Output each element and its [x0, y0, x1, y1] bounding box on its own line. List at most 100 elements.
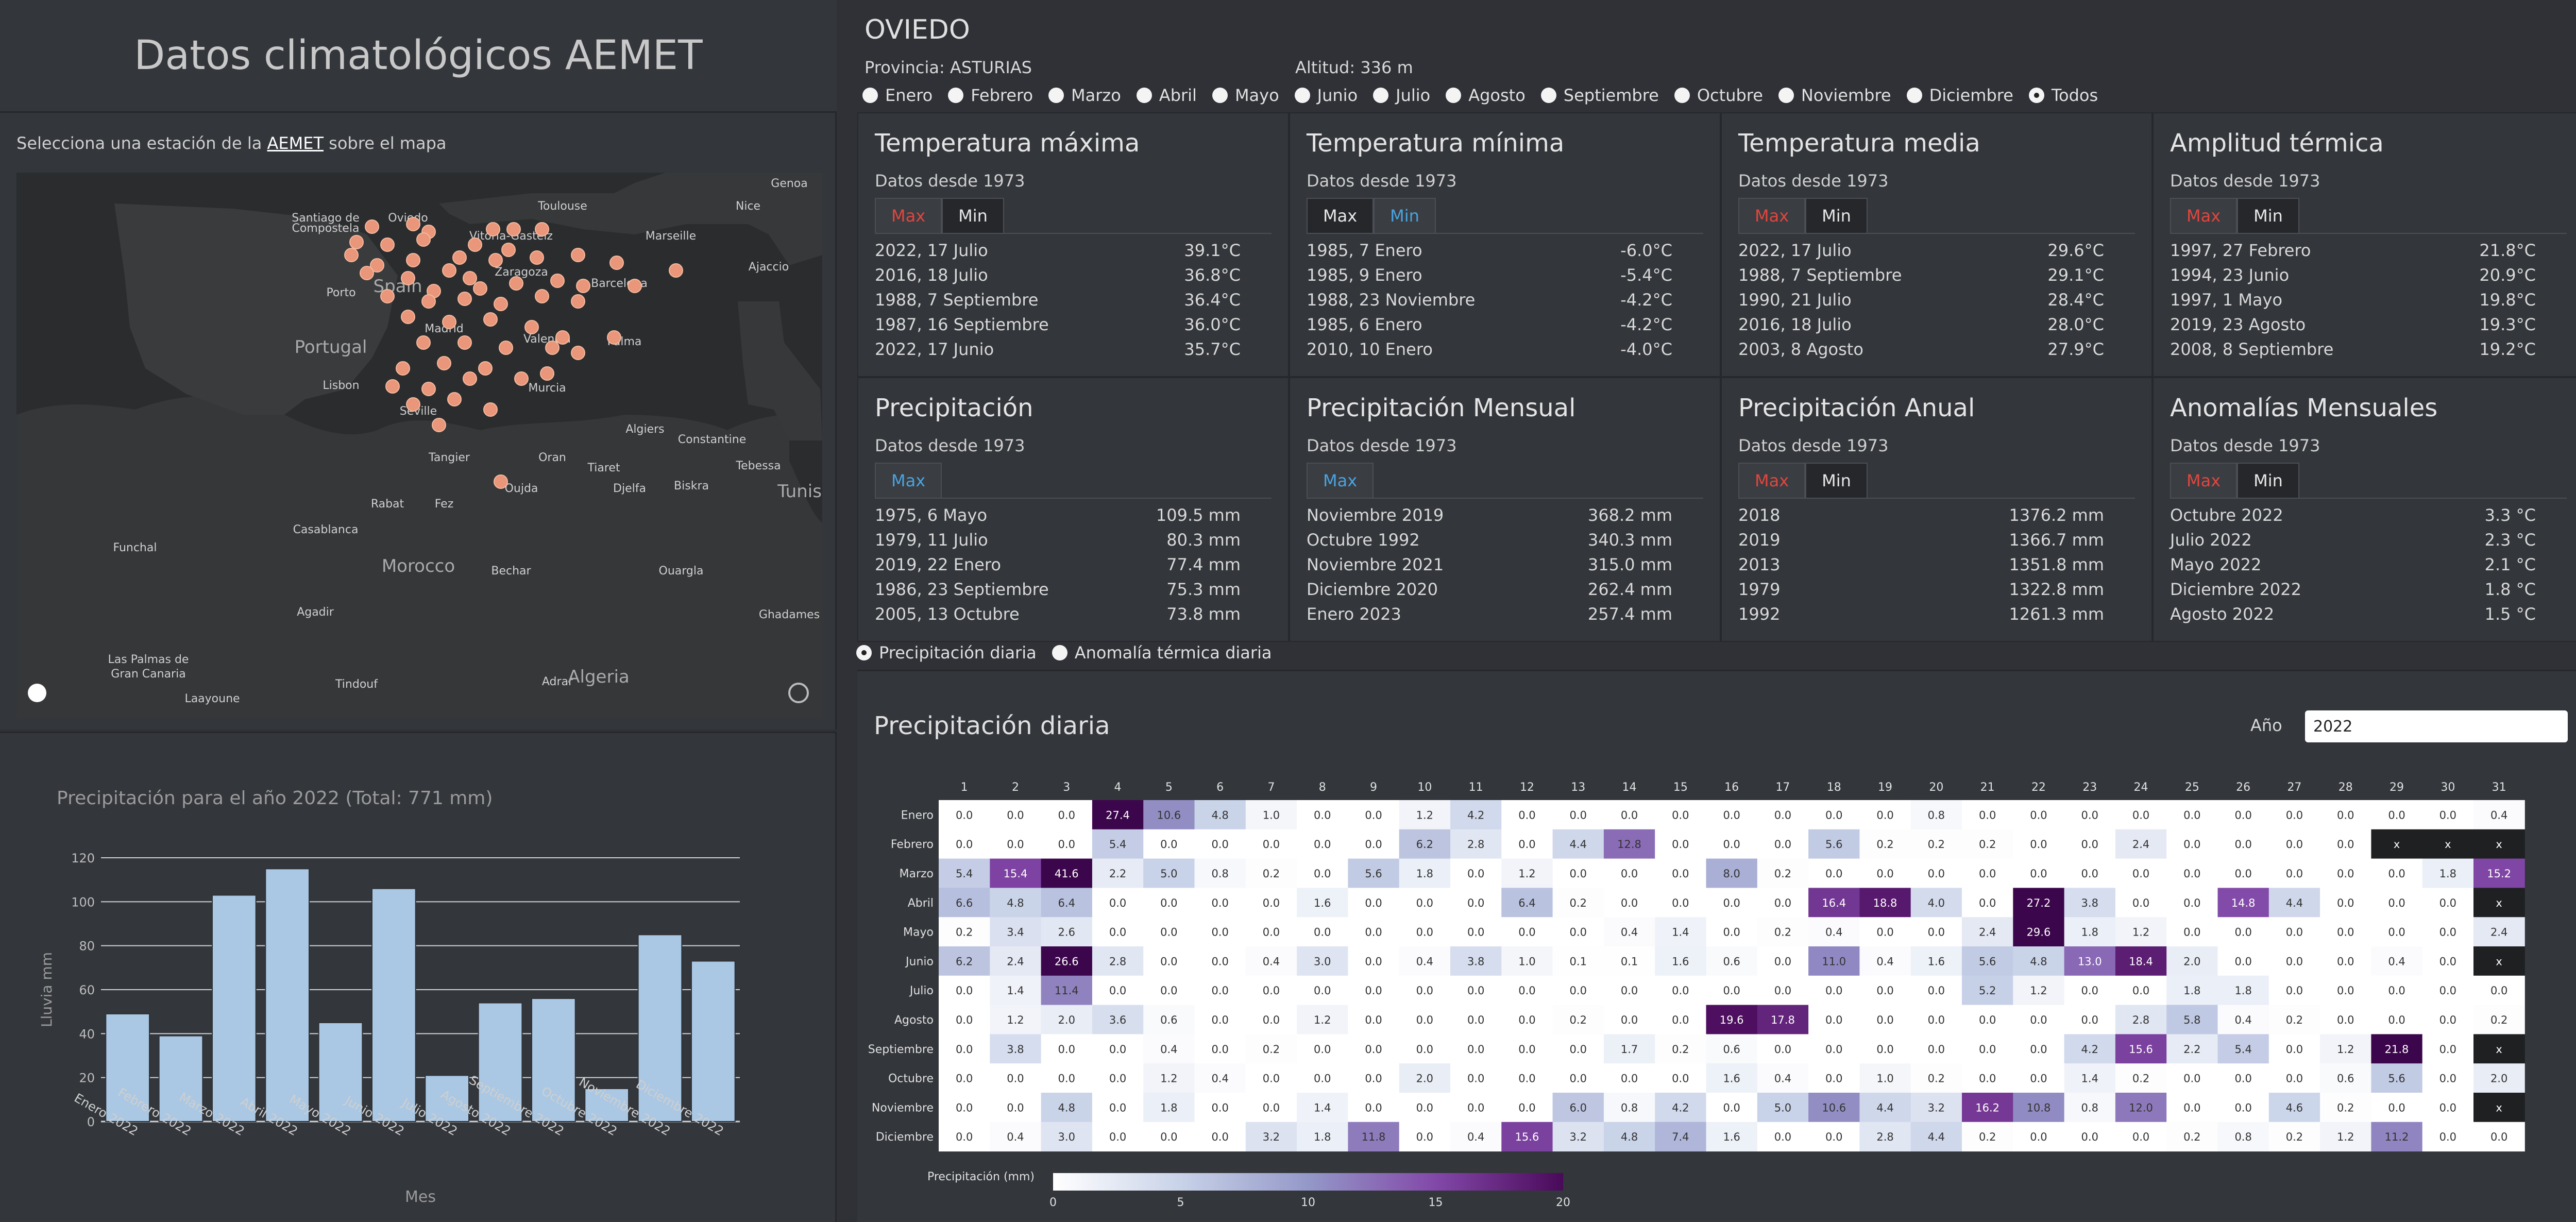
station-marker[interactable] — [514, 371, 529, 386]
max-button[interactable]: Max — [1738, 463, 1806, 499]
month-radio-mayo[interactable]: Mayo — [1212, 86, 1279, 105]
station-marker[interactable] — [486, 222, 500, 236]
max-button[interactable]: Max — [1738, 198, 1806, 234]
station-marker[interactable] — [530, 250, 544, 265]
station-marker[interactable] — [506, 222, 521, 236]
station-marker[interactable] — [463, 271, 477, 285]
radio-circle[interactable] — [1540, 88, 1556, 103]
min-button[interactable]: Min — [942, 198, 1004, 234]
month-radio-julio[interactable]: Julio — [1373, 86, 1430, 105]
station-marker[interactable] — [416, 335, 431, 350]
station-marker[interactable] — [576, 279, 590, 293]
station-marker[interactable] — [437, 356, 451, 370]
month-radio-noviembre[interactable]: Noviembre — [1778, 86, 1891, 105]
station-marker[interactable] — [452, 250, 467, 265]
station-marker[interactable] — [365, 219, 379, 234]
radio-circle[interactable] — [1446, 88, 1462, 103]
station-map[interactable]: Santiago de Compostela Oviedo Vitoria-Gaste… — [16, 173, 822, 718]
station-marker[interactable] — [524, 320, 539, 334]
max-button[interactable]: Max — [875, 463, 942, 499]
aemet-link[interactable]: AEMET — [267, 133, 324, 153]
station-marker[interactable] — [545, 341, 560, 355]
station-marker[interactable] — [406, 397, 420, 412]
station-marker[interactable] — [344, 248, 359, 262]
station-marker[interactable] — [432, 418, 446, 432]
station-marker[interactable] — [669, 263, 683, 278]
daily-radio-1[interactable]: Anomalía térmica diaria — [1052, 643, 1272, 663]
station-marker[interactable] — [442, 315, 456, 329]
station-marker[interactable] — [421, 294, 436, 309]
station-marker[interactable] — [442, 263, 456, 278]
max-button[interactable]: Max — [2170, 463, 2238, 499]
station-marker[interactable] — [380, 289, 395, 303]
map-canvas[interactable]: Santiago deCompostelaOviedoVitoria-Gaste… — [16, 173, 822, 718]
max-button[interactable]: Max — [2170, 198, 2238, 234]
month-radio-febrero[interactable]: Febrero — [948, 86, 1033, 105]
station-marker[interactable] — [488, 253, 503, 267]
radio-circle[interactable] — [856, 645, 872, 660]
station-marker[interactable] — [483, 402, 498, 417]
month-radio-diciembre[interactable]: Diciembre — [1906, 86, 2013, 105]
month-radio-octubre[interactable]: Octubre — [1674, 86, 1763, 105]
min-button[interactable]: Min — [2237, 198, 2299, 234]
station-marker[interactable] — [380, 237, 395, 252]
radio-circle[interactable] — [1048, 88, 1064, 103]
radio-circle[interactable] — [1294, 88, 1310, 103]
station-marker[interactable] — [463, 371, 477, 386]
station-marker[interactable] — [509, 276, 523, 291]
station-marker[interactable] — [457, 335, 472, 350]
radio-circle[interactable] — [1212, 88, 1228, 103]
station-marker[interactable] — [406, 253, 420, 267]
radio-circle[interactable] — [948, 88, 964, 103]
station-marker[interactable] — [571, 294, 585, 309]
radio-circle[interactable] — [862, 88, 878, 103]
month-radio-junio[interactable]: Junio — [1294, 86, 1358, 105]
station-marker[interactable] — [571, 248, 585, 262]
max-button[interactable]: Max — [1307, 198, 1374, 234]
station-marker[interactable] — [447, 392, 462, 406]
station-marker[interactable] — [421, 382, 436, 396]
max-button[interactable]: Max — [1307, 463, 1374, 499]
month-radio-enero[interactable]: Enero — [862, 86, 933, 105]
min-button[interactable]: Min — [1374, 198, 1436, 234]
min-button[interactable]: Min — [1805, 463, 1868, 499]
station-marker[interactable] — [406, 217, 420, 231]
station-marker[interactable] — [473, 281, 487, 296]
station-marker[interactable] — [607, 330, 621, 345]
station-marker[interactable] — [401, 271, 415, 285]
station-marker[interactable] — [457, 292, 472, 306]
station-marker[interactable] — [550, 274, 565, 288]
max-button[interactable]: Max — [875, 198, 942, 234]
month-radio-marzo[interactable]: Marzo — [1048, 86, 1121, 105]
station-marker[interactable] — [628, 279, 642, 293]
min-button[interactable]: Min — [2237, 463, 2299, 499]
station-marker[interactable] — [501, 243, 516, 257]
station-marker[interactable] — [555, 330, 570, 345]
station-marker[interactable] — [535, 222, 549, 236]
month-radio-abril[interactable]: Abril — [1136, 86, 1197, 105]
station-marker[interactable] — [571, 346, 585, 360]
station-marker[interactable] — [396, 361, 410, 376]
station-marker[interactable] — [540, 366, 554, 381]
radio-circle[interactable] — [1778, 88, 1794, 103]
month-radio-agosto[interactable]: Agosto — [1446, 86, 1526, 105]
station-marker[interactable] — [483, 312, 498, 327]
station-marker[interactable] — [349, 235, 364, 249]
radio-circle[interactable] — [1052, 645, 1067, 660]
station-marker[interactable] — [609, 256, 624, 270]
month-radio-todos[interactable]: Todos — [2028, 86, 2098, 105]
station-marker[interactable] — [535, 289, 549, 303]
min-button[interactable]: Min — [1805, 198, 1868, 234]
radio-circle[interactable] — [1674, 88, 1690, 103]
daily-radio-0[interactable]: Precipitación diaria — [856, 643, 1037, 663]
station-marker[interactable] — [385, 379, 400, 394]
radio-circle[interactable] — [2028, 88, 2044, 103]
station-marker[interactable] — [416, 232, 431, 247]
station-marker[interactable] — [468, 237, 482, 252]
station-marker[interactable] — [478, 361, 493, 376]
month-radio-septiembre[interactable]: Septiembre — [1540, 86, 1659, 105]
radio-circle[interactable] — [1373, 88, 1389, 103]
station-marker[interactable] — [494, 297, 508, 311]
station-marker[interactable] — [499, 341, 513, 355]
radio-circle[interactable] — [1906, 88, 1922, 103]
